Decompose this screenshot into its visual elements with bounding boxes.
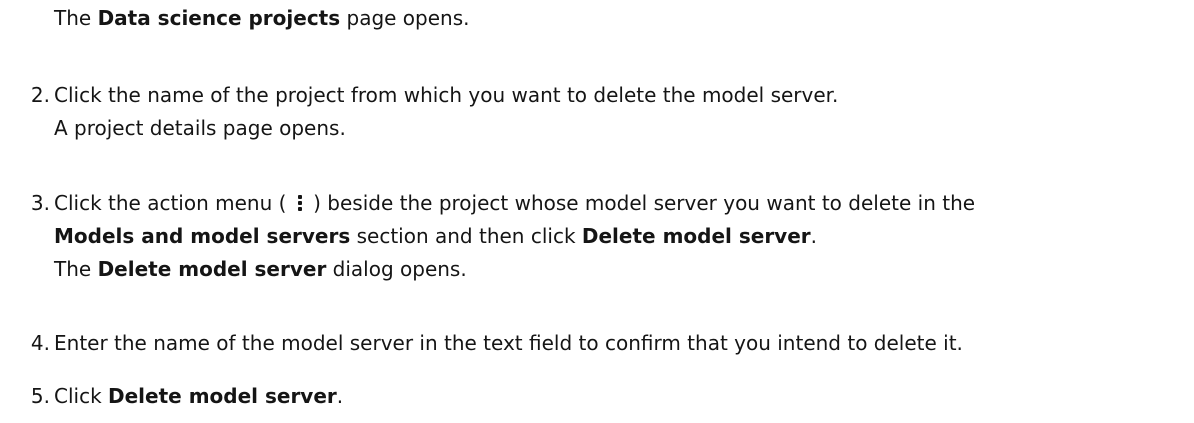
step-instruction: Click Delete model server.	[54, 384, 344, 408]
step-result: A project details page opens.	[54, 116, 346, 140]
step-instruction-continued: Models and model servers section and the…	[54, 224, 817, 248]
step-instruction: Enter the name of the model server in th…	[54, 331, 963, 355]
step-number: 2.	[30, 83, 50, 107]
step-1-result: The Data science projects page opens.	[54, 6, 470, 30]
step-instruction: Click the action menu ( ) beside the pro…	[54, 191, 976, 215]
menu-item-delete-model-server: Delete model server	[581, 224, 811, 248]
dialog-name-delete-model-server: Delete model server	[97, 257, 327, 281]
step-number: 4.	[30, 331, 50, 355]
step-instruction: Click the name of the project from which…	[54, 83, 839, 107]
step-3: 3. Click the action menu ( ) beside the …	[31, 187, 1184, 286]
step-number: 5.	[30, 384, 50, 408]
button-name-delete-model-server: Delete model server	[108, 384, 337, 408]
step-4: 4. Enter the name of the model server in…	[31, 327, 1184, 360]
step-2: 2. Click the name of the project from wh…	[31, 79, 1184, 145]
step-result: The Delete model server dialog opens.	[54, 257, 467, 281]
page-name-data-science-projects: Data science projects	[97, 6, 341, 30]
section-name-models: Models and model servers	[54, 224, 351, 248]
kebab-icon	[297, 194, 303, 212]
step-number: 3.	[30, 191, 50, 215]
step-5: 5. Click Delete model server.	[31, 380, 1184, 413]
